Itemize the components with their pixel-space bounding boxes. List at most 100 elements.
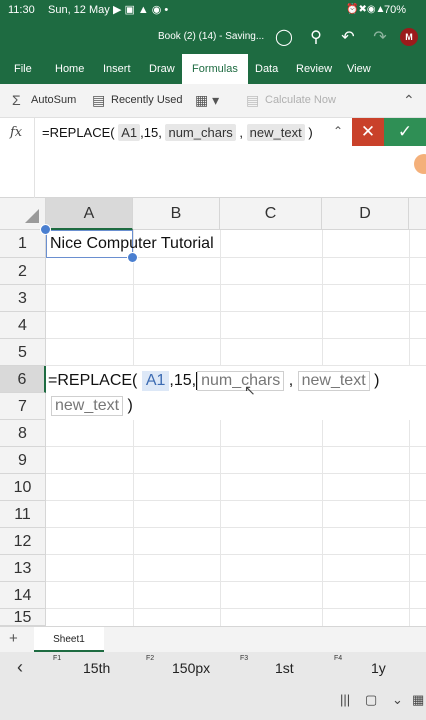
- edit-arg-number: ,15,: [169, 372, 197, 389]
- formula-arg-number: ,15,: [140, 125, 162, 140]
- cell-a1[interactable]: Nice Computer Tutorial: [50, 235, 214, 253]
- navigation-bar: ||| ▢ ⌄ ▦: [0, 684, 426, 720]
- chevron-left-icon[interactable]: ‹: [17, 657, 23, 678]
- add-sheet-icon[interactable]: +: [9, 630, 18, 647]
- formula-prefix: =REPLACE(: [42, 125, 115, 140]
- row-header-5[interactable]: 5: [0, 339, 46, 366]
- tab-formulas[interactable]: Formulas: [182, 54, 248, 84]
- row-header-10[interactable]: 10: [0, 474, 46, 501]
- row-header-9[interactable]: 9: [0, 447, 46, 474]
- autosum-icon: Σ: [12, 92, 21, 108]
- tab-draw[interactable]: Draw: [149, 63, 175, 75]
- row-header-1[interactable]: 1: [0, 230, 46, 258]
- suggestion-4[interactable]: 1y: [371, 660, 386, 676]
- ribbon-tabs: File Home Insert Draw Formulas Data Revi…: [0, 54, 426, 84]
- column-header-b[interactable]: B: [133, 198, 220, 230]
- formula-arg-reference: A1: [118, 124, 141, 141]
- keyboard-icon[interactable]: ▦: [412, 692, 424, 708]
- row-header-12[interactable]: 12: [0, 528, 46, 555]
- row-header-8[interactable]: 8: [0, 420, 46, 447]
- row-header-3[interactable]: 3: [0, 285, 46, 312]
- grid-line: [46, 500, 426, 501]
- avatar[interactable]: M: [400, 28, 418, 46]
- edit-separator: ,: [288, 372, 294, 389]
- undo-icon[interactable]: ↶: [338, 28, 358, 48]
- share-icon[interactable]: ⚲: [306, 28, 326, 48]
- grid-line: [46, 608, 426, 609]
- column-header-d[interactable]: D: [322, 198, 409, 230]
- column-header-e[interactable]: [409, 198, 426, 230]
- tab-review[interactable]: Review: [296, 63, 332, 75]
- column-header-a[interactable]: A: [46, 198, 133, 230]
- row-header-15[interactable]: 15: [0, 609, 46, 626]
- tab-data[interactable]: Data: [255, 63, 278, 75]
- selection-handle-start[interactable]: [40, 224, 51, 235]
- autosum-button[interactable]: AutoSum: [31, 94, 76, 106]
- row-header-13[interactable]: 13: [0, 555, 46, 582]
- grid-line: [133, 230, 134, 626]
- grid-line: [46, 311, 426, 312]
- recently-used-icon: ▤: [92, 92, 106, 108]
- edit-arg-reference: A1: [141, 371, 170, 391]
- battery-level: 70%: [384, 4, 407, 16]
- home-icon[interactable]: ▢: [365, 692, 377, 708]
- recently-used-button[interactable]: Recently Used: [111, 94, 183, 106]
- row-header-7[interactable]: 7: [0, 393, 46, 420]
- grid-line: [220, 230, 221, 626]
- column-header-c[interactable]: C: [220, 198, 322, 230]
- formula-separator: ,: [239, 125, 244, 140]
- recent-apps-icon[interactable]: |||: [340, 692, 350, 707]
- fkey-label-2: F2: [146, 655, 155, 662]
- grid-line: [46, 581, 426, 582]
- formula-arg-new-text: new_text: [246, 124, 305, 141]
- row-header-4[interactable]: 4: [0, 312, 46, 339]
- grid-line: [322, 230, 323, 626]
- cancel-button[interactable]: ✕: [352, 118, 384, 146]
- lightbulb-icon[interactable]: ◯: [274, 28, 294, 48]
- expand-formula-icon[interactable]: ⌃: [333, 124, 343, 138]
- redo-icon[interactable]: ↷: [370, 28, 390, 48]
- formula-arg-num-chars: num_chars: [165, 124, 236, 141]
- status-system-icons: ⏰✖◉▲: [346, 4, 386, 15]
- selection-handle-end[interactable]: [127, 252, 138, 263]
- tab-insert[interactable]: Insert: [103, 63, 131, 75]
- more-functions-icon[interactable]: ▦ ▾: [195, 92, 219, 109]
- edit-arg-new-text: new_text: [297, 371, 370, 391]
- row-header-14[interactable]: 14: [0, 582, 46, 609]
- formula-bar: fx =REPLACE( A1,15, num_chars , new_text…: [0, 118, 426, 198]
- select-all-corner[interactable]: [0, 198, 46, 230]
- title-bar: Book (2) (14) - Saving... ◯ ⚲ ↶ ↷ M: [0, 22, 426, 54]
- suggestion-2[interactable]: 150px: [172, 660, 210, 676]
- calculate-now-button[interactable]: Calculate Now: [265, 94, 336, 106]
- fx-icon[interactable]: fx: [10, 125, 22, 140]
- grid-line: [409, 230, 410, 626]
- row-header-2[interactable]: 2: [0, 258, 46, 285]
- keyboard-suggestion-bar: ‹ F1 15th F2 150px F3 1st F4 1y: [0, 652, 426, 684]
- checkmark-icon: ✓: [397, 122, 413, 141]
- status-bar: 11:30 Sun, 12 May ▶▣▲◉• ⏰✖◉▲ 70%: [0, 0, 426, 22]
- row-header-11[interactable]: 11: [0, 501, 46, 528]
- cell-a6-formula-line-2[interactable]: new_text ): [51, 396, 133, 416]
- grid-line: [46, 527, 426, 528]
- row-header-6[interactable]: 6: [0, 366, 46, 393]
- collapse-ribbon-icon[interactable]: ⌃: [403, 92, 415, 109]
- tab-home[interactable]: Home: [55, 63, 84, 75]
- edit-prefix: =REPLACE(: [48, 372, 138, 389]
- grid-line: [46, 473, 426, 474]
- edit-close: ): [374, 372, 380, 389]
- status-date: Sun, 12 May: [48, 4, 110, 16]
- fkey-label-4: F4: [334, 655, 343, 662]
- status-notification-icons: ▶▣▲◉•: [113, 4, 172, 16]
- suggestion-1[interactable]: 15th: [83, 660, 110, 676]
- tab-view[interactable]: View: [347, 63, 371, 75]
- grid-line: [46, 284, 426, 285]
- floating-handle[interactable]: [414, 154, 426, 174]
- tab-file[interactable]: File: [14, 63, 32, 75]
- back-icon[interactable]: ⌄: [392, 692, 403, 708]
- suggestion-3[interactable]: 1st: [275, 660, 294, 676]
- formula-input[interactable]: =REPLACE( A1,15, num_chars , new_text ): [42, 124, 313, 141]
- enter-button[interactable]: ✓: [384, 118, 426, 146]
- fkey-label-3: F3: [240, 655, 249, 662]
- cell-a6-formula-line-1[interactable]: =REPLACE( A1,15, num_chars , new_text ): [48, 371, 379, 391]
- sheet-tab[interactable]: Sheet1: [34, 627, 104, 652]
